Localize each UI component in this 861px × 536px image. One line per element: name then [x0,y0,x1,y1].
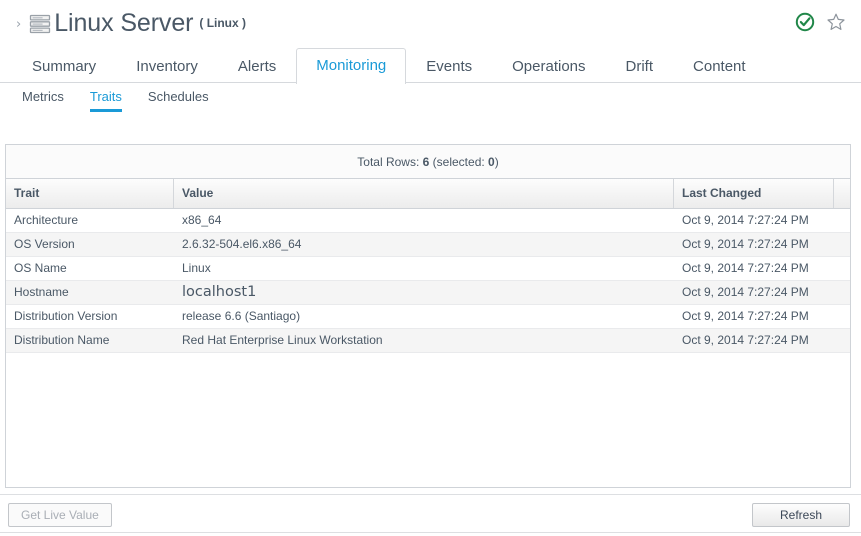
selected-prefix: (selected: [432,154,485,169]
cell-value: x86_64 [182,213,222,227]
cell-trait: Distribution Name [14,333,110,347]
primary-tab-bar: Summary Inventory Alerts Monitoring Even… [0,47,861,84]
refresh-button[interactable]: Refresh [752,503,850,527]
tab-inventory[interactable]: Inventory [116,48,218,83]
cell-value: release 6.6 (Santiago) [182,309,301,323]
tab-events[interactable]: Events [406,48,492,83]
column-header-value[interactable]: Value [174,179,674,208]
subtab-metrics[interactable]: Metrics [22,89,64,112]
selected-count: 0 [488,154,495,169]
server-stack-icon [28,12,52,36]
traits-table: Total Rows: 6 (selected: 0) Trait Value … [5,144,851,488]
column-header-last-changed[interactable]: Last Changed [674,179,834,208]
tab-summary[interactable]: Summary [12,48,116,83]
availability-up-check-icon[interactable] [794,11,816,33]
cell-last-changed: Oct 9, 2014 7:27:24 PM [682,213,809,227]
cell-spacer [834,281,850,304]
tab-monitoring[interactable]: Monitoring [296,48,407,84]
cell-last-changed: Oct 9, 2014 7:27:24 PM [682,285,809,299]
cell-value: localhost1 [182,284,257,300]
subtab-traits[interactable]: Traits [89,89,122,112]
cell-trait: Architecture [14,213,79,227]
star-outline-icon[interactable] [825,11,847,33]
table-row[interactable]: Distribution Name Red Hat Enterprise Lin… [6,329,850,353]
column-header-spacer [834,179,850,208]
total-rows-prefix: Total Rows: [357,154,420,169]
cell-last-changed: Oct 9, 2014 7:27:24 PM [682,309,809,323]
selected-suffix: ) [494,154,499,169]
tab-content[interactable]: Content [673,48,766,83]
cell-last-changed: Oct 9, 2014 7:27:24 PM [682,237,809,251]
cell-trait: Distribution Version [14,309,118,323]
column-header-trait[interactable]: Trait [6,179,174,208]
cell-spacer [834,329,850,352]
breadcrumb-chevron-icon[interactable]: › [16,18,21,31]
total-rows-count: 6 [422,154,430,169]
table-row[interactable]: OS Name Linux Oct 9, 2014 7:27:24 PM [6,257,850,281]
resource-type-label: ( Linux ) [199,15,247,30]
page-header: › Linux Server ( Linux ) [0,0,861,47]
cell-value: Red Hat Enterprise Linux Workstation [182,333,383,347]
table-row-count-bar: Total Rows: 6 (selected: 0) [6,145,850,179]
table-header-row: Trait Value Last Changed [6,179,850,209]
tab-drift[interactable]: Drift [606,48,674,83]
cell-trait: Hostname [14,285,69,299]
get-live-value-button[interactable]: Get Live Value [8,503,112,527]
footer-toolbar: Get Live Value Refresh [0,494,861,536]
cell-trait: OS Version [14,237,75,251]
table-row[interactable]: Distribution Version release 6.6 (Santia… [6,305,850,329]
cell-trait: OS Name [14,261,67,275]
cell-spacer [834,233,850,256]
table-row[interactable]: Hostname localhost1 Oct 9, 2014 7:27:24 … [6,281,850,305]
table-row[interactable]: Architecture x86_64 Oct 9, 2014 7:27:24 … [6,209,850,233]
table-row[interactable]: OS Version 2.6.32-504.el6.x86_64 Oct 9, … [6,233,850,257]
cell-spacer [834,209,850,232]
header-actions [794,11,847,33]
cell-spacer [834,305,850,328]
table-body: Architecture x86_64 Oct 9, 2014 7:27:24 … [6,209,850,487]
cell-last-changed: Oct 9, 2014 7:27:24 PM [682,333,809,347]
cell-value: Linux [182,261,211,275]
cell-spacer [834,257,850,280]
cell-last-changed: Oct 9, 2014 7:27:24 PM [682,261,809,275]
tab-operations[interactable]: Operations [492,48,605,83]
tab-alerts[interactable]: Alerts [218,48,296,83]
secondary-tab-bar: Metrics Traits Schedules [0,83,861,115]
subtab-schedules[interactable]: Schedules [148,89,209,112]
cell-value: 2.6.32-504.el6.x86_64 [182,237,302,251]
page-title: Linux Server [54,9,194,37]
